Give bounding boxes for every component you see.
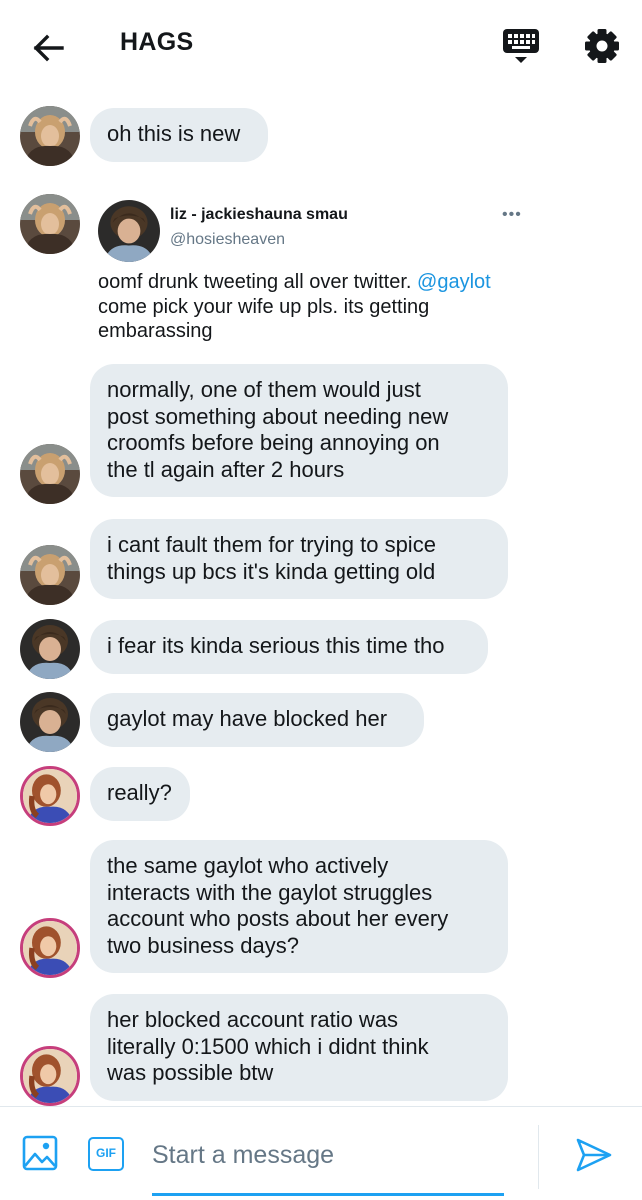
message-bubble[interactable]: normally, one of them would just post so… — [90, 364, 508, 497]
back-button[interactable] — [28, 28, 68, 68]
input-underline — [152, 1193, 504, 1196]
message-bubble[interactable]: gaylot may have blocked her — [90, 693, 424, 747]
tweet-mention-link[interactable]: @gaylot — [417, 271, 491, 293]
tweet-author-avatar[interactable] — [98, 200, 160, 262]
message-bubble[interactable]: i cant fault them for trying to spice th… — [90, 519, 508, 599]
sender-avatar[interactable] — [20, 1046, 80, 1106]
back-arrow-icon — [33, 34, 64, 62]
sender-avatar[interactable] — [20, 918, 80, 978]
conversation-header: HAGS — [0, 0, 642, 92]
add-photo-button[interactable] — [22, 1135, 58, 1171]
sender-avatar[interactable] — [20, 545, 80, 605]
send-button[interactable] — [574, 1135, 614, 1175]
message-bubble[interactable]: oh this is new — [90, 108, 268, 162]
gif-button[interactable]: GIF — [88, 1137, 124, 1171]
settings-button[interactable] — [580, 24, 624, 68]
sender-avatar[interactable] — [20, 619, 80, 679]
message-bubble[interactable]: her blocked account ratio was literally … — [90, 994, 508, 1101]
message-bubble[interactable]: i fear its kinda serious this time tho — [90, 620, 488, 674]
gear-icon — [585, 29, 619, 63]
sender-avatar[interactable] — [20, 692, 80, 752]
divider — [538, 1125, 539, 1189]
sender-avatar[interactable] — [20, 766, 80, 826]
tweet-author-handle[interactable]: @hosiesheaven — [170, 231, 285, 249]
tweet-text-part: oomf drunk tweeting all over twitter. — [98, 271, 418, 293]
tweet-text: oomf drunk tweeting all over twitter. @g… — [98, 270, 528, 344]
message-input[interactable] — [152, 1135, 504, 1175]
message-bubble[interactable]: the same gaylot who actively interacts w… — [90, 840, 508, 973]
sender-avatar[interactable] — [20, 194, 80, 254]
keyboard-icon — [503, 29, 539, 63]
more-options-icon[interactable]: ••• — [502, 207, 522, 223]
sender-avatar[interactable] — [20, 106, 80, 166]
shared-tweet-card[interactable]: liz - jackieshauna smau @hosiesheaven ••… — [90, 186, 530, 346]
tweet-text-part: come pick your wife up pls. its getting … — [98, 295, 430, 342]
send-icon — [576, 1138, 612, 1172]
message-composer: GIF — [0, 1106, 642, 1200]
keyboard-toggle-button[interactable] — [500, 26, 542, 68]
sender-avatar[interactable] — [20, 444, 80, 504]
image-icon — [22, 1135, 58, 1171]
tweet-author-name[interactable]: liz - jackieshauna smau — [170, 206, 348, 224]
message-bubble[interactable]: really? — [90, 767, 190, 821]
conversation-title[interactable]: HAGS — [120, 28, 193, 57]
